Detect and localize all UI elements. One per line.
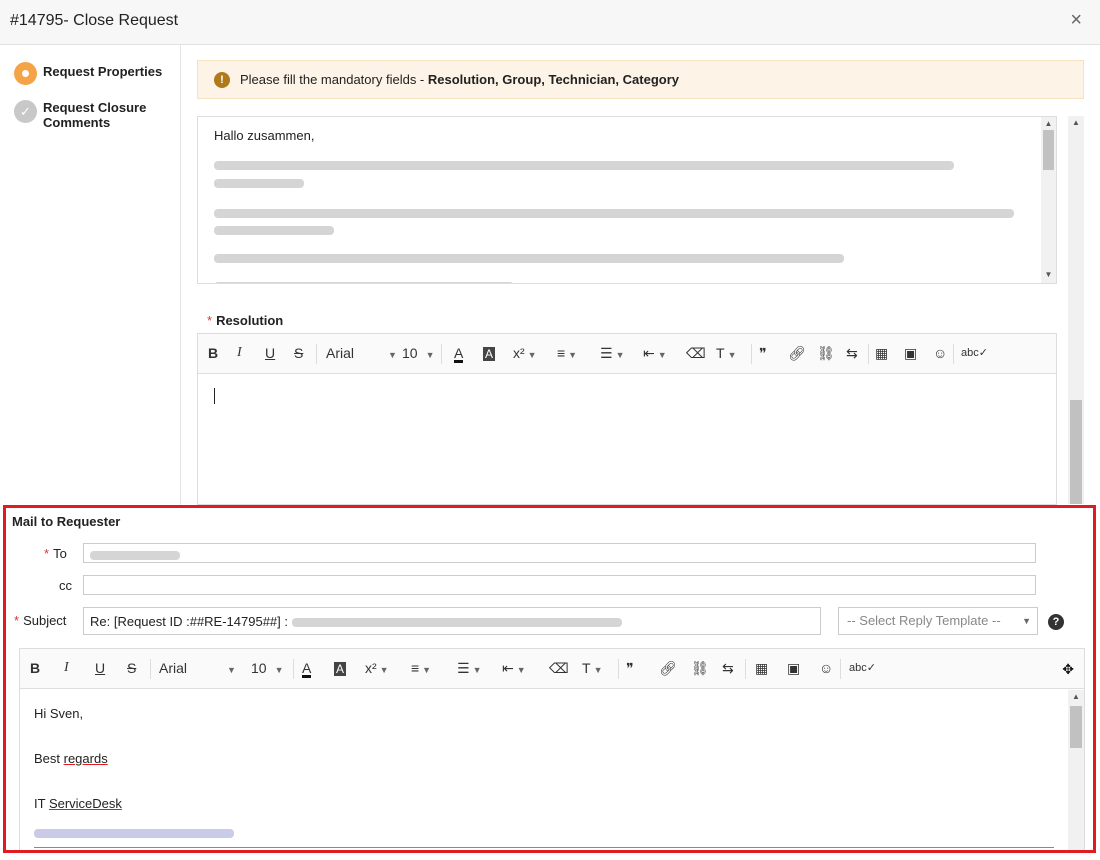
redacted-text: [214, 205, 1014, 220]
expand-icon[interactable]: ✥: [1062, 661, 1074, 678]
font-family-select[interactable]: Arial ▼: [326, 345, 397, 361]
subject-label: * Subject: [14, 613, 67, 628]
spellcheck-icon[interactable]: abc✓: [849, 661, 876, 674]
mail-section-title: Mail to Requester: [12, 514, 121, 529]
mail-greeting: Hi Sven,: [34, 706, 84, 721]
list-icon[interactable]: ☰ ▼: [600, 345, 624, 362]
text-caret: [214, 388, 215, 404]
redacted-text: [214, 278, 514, 283]
font-size-select[interactable]: 10 ▼: [402, 345, 435, 361]
comments-scrollbar[interactable]: ▲ ▼: [1041, 117, 1056, 283]
align-icon[interactable]: ≡ ▼: [411, 660, 431, 676]
mail-to-requester-section: Mail to Requester * To cc * Subject Re: [R…: [3, 505, 1096, 853]
image-icon[interactable]: ▣: [787, 660, 800, 677]
dialog-header: #14795- Close Request ×: [0, 0, 1100, 45]
active-step-icon: [14, 62, 37, 85]
superscript-icon[interactable]: x² ▼: [513, 345, 537, 361]
table-icon[interactable]: ▦: [875, 345, 888, 362]
underline-button[interactable]: U: [265, 345, 275, 361]
highlight-color-icon[interactable]: A: [483, 345, 496, 361]
mail-signature: IT ServiceDesk: [34, 796, 122, 811]
strikethrough-button[interactable]: S: [127, 660, 136, 676]
font-color-icon[interactable]: A: [454, 345, 464, 363]
bold-button[interactable]: B: [30, 660, 40, 676]
step-closure-comments[interactable]: ✓ Request Closure Comments: [14, 100, 163, 130]
resolution-label: * Resolution: [207, 313, 284, 328]
bold-button[interactable]: B: [208, 345, 218, 361]
font-size-select[interactable]: 10 ▼: [251, 660, 284, 676]
request-description[interactable]: Hallo zusammen, ▲ ▼: [197, 116, 1057, 284]
mandatory-fields-warning: ! Please fill the mandatory fields - Res…: [197, 60, 1084, 99]
spellcheck-icon[interactable]: abc✓: [961, 346, 988, 359]
mail-body-editor[interactable]: B I U S Arial ▼ 10 ▼ A A x² ▼ ≡ ▼ ☰ ▼ ⇤ ▼ ⌫ T ▼…: [19, 648, 1085, 850]
redacted-text: [214, 250, 844, 265]
text-direction-icon[interactable]: T ▼: [582, 660, 602, 676]
font-color-icon[interactable]: A: [302, 660, 312, 678]
step-label: Request Closure Comments: [43, 100, 147, 130]
emoji-icon[interactable]: ☺: [819, 660, 833, 676]
align-icon[interactable]: ≡ ▼: [557, 345, 577, 361]
help-icon[interactable]: ?: [1048, 614, 1064, 630]
mail-toolbar: B I U S Arial ▼ 10 ▼ A A x² ▼ ≡ ▼ ☰ ▼ ⇤ ▼ ⌫ T ▼…: [20, 649, 1084, 689]
mail-closing: Best regards: [34, 751, 108, 766]
to-field[interactable]: [83, 543, 1036, 563]
indent-icon[interactable]: ⇤ ▼: [502, 660, 526, 677]
highlight-color-icon[interactable]: A: [334, 660, 347, 676]
font-family-select[interactable]: Arial ▼: [159, 660, 236, 676]
eraser-icon[interactable]: ⌫: [686, 345, 706, 362]
unlink-icon[interactable]: ⛓︎: [817, 345, 835, 362]
format-icon[interactable]: ⇆: [722, 660, 734, 677]
strikethrough-button[interactable]: S: [294, 345, 303, 361]
reply-template-select[interactable]: -- Select Reply Template -- ▼: [838, 607, 1038, 635]
to-label: * To: [44, 546, 67, 561]
resolution-toolbar: B I U S Arial ▼ 10 ▼ A A x² ▼ ≡ ▼ ☰ ▼ ⇤ ▼ ⌫ T ▼…: [198, 334, 1056, 374]
redacted-text: [214, 175, 304, 190]
page-scrollbar[interactable]: ▲: [1068, 116, 1084, 504]
cc-label: cc: [59, 578, 72, 593]
indent-icon[interactable]: ⇤ ▼: [643, 345, 667, 362]
redacted-text: [214, 222, 334, 237]
italic-button[interactable]: I: [64, 660, 69, 676]
redacted-link: [34, 825, 234, 840]
mail-body-scrollbar[interactable]: ▲: [1068, 690, 1084, 850]
step-request-properties[interactable]: Request Properties: [14, 62, 162, 85]
superscript-icon[interactable]: x² ▼: [365, 660, 389, 676]
underline-button[interactable]: U: [95, 660, 105, 676]
comment-greeting: Hallo zusammen,: [214, 128, 315, 143]
format-icon[interactable]: ⇆: [846, 345, 858, 362]
redacted-text: [214, 157, 954, 172]
quote-icon[interactable]: ❞: [759, 345, 767, 362]
check-icon: ✓: [14, 100, 37, 123]
cc-field[interactable]: [83, 575, 1036, 595]
text-direction-icon[interactable]: T ▼: [716, 345, 736, 361]
steps-sidebar: Request Properties ✓ Request Closure Com…: [0, 45, 181, 505]
warning-icon: !: [214, 71, 230, 88]
table-icon[interactable]: ▦: [755, 660, 768, 677]
quote-icon[interactable]: ❞: [626, 660, 634, 677]
warning-text: Please fill the mandatory fields - Resol…: [240, 72, 679, 87]
subject-field[interactable]: Re: [Request ID :##RE-14795##] :: [83, 607, 821, 635]
dialog-title: #14795- Close Request: [10, 12, 179, 29]
unlink-icon[interactable]: ⛓︎: [691, 660, 709, 677]
step-label: Request Properties: [43, 64, 163, 79]
signature-divider: [34, 847, 1054, 848]
list-icon[interactable]: ☰ ▼: [457, 660, 481, 677]
italic-button[interactable]: I: [237, 345, 242, 361]
close-icon[interactable]: ×: [1070, 9, 1082, 32]
emoji-icon[interactable]: ☺: [933, 345, 947, 361]
link-icon[interactable]: 🔗︎: [659, 660, 677, 677]
link-icon[interactable]: 🔗︎: [788, 345, 806, 362]
image-icon[interactable]: ▣: [904, 345, 917, 362]
resolution-editor[interactable]: B I U S Arial ▼ 10 ▼ A A x² ▼ ≡ ▼ ☰ ▼ ⇤ ▼ ⌫ T ▼…: [197, 333, 1057, 505]
eraser-icon[interactable]: ⌫: [549, 660, 569, 677]
